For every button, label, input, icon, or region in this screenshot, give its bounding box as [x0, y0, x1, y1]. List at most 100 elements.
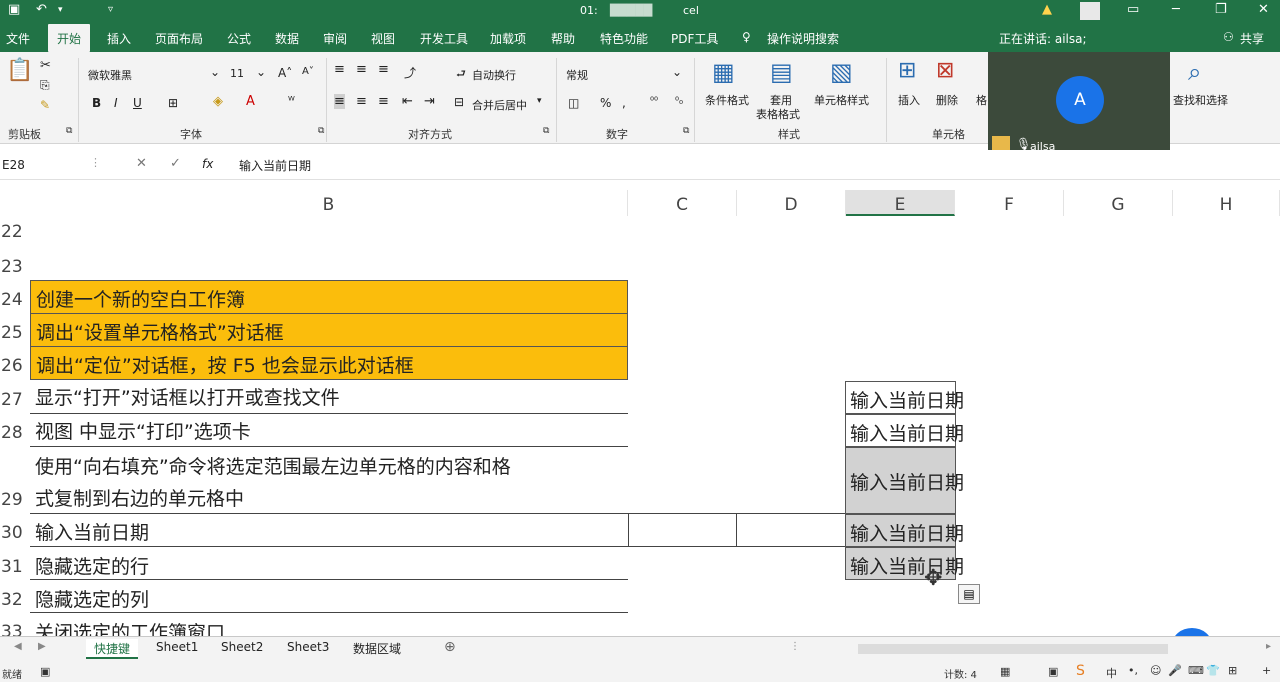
copy-icon[interactable]: ⎘: [40, 78, 50, 93]
row-header-27[interactable]: 27: [0, 390, 30, 410]
borders-icon[interactable]: ⊞: [168, 96, 178, 110]
save-icon[interactable]: ▣: [8, 2, 20, 17]
column-header-e[interactable]: E: [846, 190, 955, 216]
orientation-icon[interactable]: ⤴: [404, 64, 416, 81]
paste-icon[interactable]: 📋: [6, 58, 33, 83]
underline-button[interactable]: U: [133, 96, 142, 110]
cell-b32[interactable]: 隐藏选定的列: [30, 585, 628, 612]
align-bottom-icon[interactable]: ≡: [378, 62, 389, 77]
cell-e27[interactable]: 输入当前日期: [845, 381, 964, 414]
comma-icon[interactable]: ,: [622, 96, 626, 110]
cell-b24[interactable]: 创建一个新的空白工作簿: [30, 280, 628, 314]
row-header-26[interactable]: 26: [0, 356, 30, 376]
column-header-d[interactable]: D: [737, 190, 846, 216]
sheet-tab-sheet3[interactable]: Sheet3: [279, 639, 337, 659]
find-select-button[interactable]: 查找和选择: [1173, 92, 1228, 108]
warning-icon[interactable]: ▲: [1042, 2, 1052, 17]
macro-record-icon[interactable]: ▣: [40, 665, 50, 678]
font-name-box[interactable]: 微软雅黑: [88, 67, 132, 83]
font-size-box[interactable]: 11: [230, 67, 244, 80]
insert-cells-button[interactable]: 插入: [898, 92, 920, 108]
cell-b28[interactable]: 视图 中显示“打印”选项卡: [30, 417, 628, 444]
grid-icon[interactable]: ⊞: [1228, 664, 1237, 677]
tab-developer[interactable]: 开发工具: [420, 30, 468, 47]
tab-file[interactable]: 文件: [6, 30, 30, 47]
row-header-23[interactable]: 23: [0, 257, 30, 277]
row-header-22[interactable]: 22: [0, 222, 30, 242]
cell-e29[interactable]: 输入当前日期: [845, 447, 964, 514]
tell-me-search[interactable]: 操作说明搜索: [767, 30, 839, 47]
tab-page-layout[interactable]: 页面布局: [155, 30, 203, 47]
tab-addins[interactable]: 加载项: [490, 30, 526, 47]
column-header-b[interactable]: B: [30, 190, 628, 216]
decrease-decimal-icon[interactable]: ⁰₀: [675, 96, 683, 107]
phonetic-icon[interactable]: ᵂ: [288, 94, 295, 107]
ime-icon[interactable]: S: [1076, 663, 1085, 679]
tab-formulas[interactable]: 公式: [227, 30, 251, 47]
column-header-f[interactable]: F: [955, 190, 1064, 216]
cut-icon[interactable]: ✂: [40, 58, 51, 73]
autofill-options-icon[interactable]: ▤: [958, 584, 980, 604]
sheet-grid[interactable]: 创建一个新的空白工作簿 调出“设置单元格格式”对话框 调出“定位”对话框，按 F…: [30, 216, 1280, 636]
cancel-icon[interactable]: ✕: [136, 156, 147, 171]
row-header-32[interactable]: 32: [0, 590, 30, 610]
formula-input[interactable]: 输入当前日期: [239, 157, 311, 174]
italic-button[interactable]: I: [114, 96, 118, 110]
chevron-down-icon[interactable]: ⌄: [256, 65, 266, 79]
tab-pdf[interactable]: PDF工具: [671, 30, 718, 47]
cell-e28[interactable]: 输入当前日期: [845, 414, 964, 447]
column-header-c[interactable]: C: [628, 190, 737, 216]
number-launcher-icon[interactable]: ⧉: [683, 126, 689, 136]
delete-cells-button[interactable]: 删除: [936, 92, 958, 108]
chevron-down-icon[interactable]: ⌄: [672, 65, 682, 79]
tab-data[interactable]: 数据: [275, 30, 299, 47]
dropdown-arrow-icon[interactable]: ▾: [58, 5, 63, 15]
merge-center-button[interactable]: 合并后居中: [472, 97, 527, 113]
cell-b33[interactable]: 关闭选定的工作簿窗口: [30, 618, 628, 636]
sheet-tab-shortcuts[interactable]: 快捷键: [86, 639, 139, 659]
cell-b29-line2[interactable]: 式复制到右边的单元格中: [30, 484, 628, 511]
font-color-icon[interactable]: A: [246, 94, 255, 109]
punctuation-icon[interactable]: •,: [1128, 664, 1138, 677]
keyboard-icon[interactable]: ⌨: [1188, 664, 1204, 677]
cell-b31[interactable]: 隐藏选定的行: [30, 552, 628, 579]
tab-insert[interactable]: 插入: [107, 30, 131, 47]
scroll-right-icon[interactable]: ▸: [1266, 641, 1271, 652]
name-box[interactable]: E28: [2, 158, 25, 172]
align-middle-icon[interactable]: ≡: [356, 62, 367, 77]
align-left-icon[interactable]: ≡: [334, 94, 345, 109]
insert-function-button[interactable]: fx: [202, 157, 213, 171]
percent-button[interactable]: %: [600, 96, 611, 110]
ime-chinese-indicator[interactable]: 中: [1106, 665, 1117, 681]
align-center-icon[interactable]: ≡: [356, 94, 367, 109]
column-header-h[interactable]: H: [1173, 190, 1280, 216]
column-header-g[interactable]: G: [1064, 190, 1173, 216]
zoom-in-icon[interactable]: +: [1262, 664, 1271, 677]
cell-styles-button[interactable]: 单元格样式: [814, 92, 869, 108]
clipboard-launcher-icon[interactable]: ⧉: [66, 126, 72, 136]
prev-sheet-icon[interactable]: ◀: [14, 641, 22, 652]
row-header-25[interactable]: 25: [0, 323, 30, 343]
close-icon[interactable]: ✕: [1258, 2, 1269, 17]
currency-icon[interactable]: ◫: [568, 96, 579, 110]
bold-button[interactable]: B: [92, 96, 101, 110]
tab-help[interactable]: 帮助: [551, 30, 575, 47]
align-top-icon[interactable]: ≡: [334, 62, 345, 77]
next-sheet-icon[interactable]: ▶: [38, 641, 46, 652]
cell-e30[interactable]: 输入当前日期: [845, 514, 964, 547]
row-header-28[interactable]: 28: [0, 423, 30, 443]
cell-b29-line1[interactable]: 使用“向右填充”命令将选定范围最左边单元格的内容和格: [30, 452, 628, 479]
shrink-font-icon[interactable]: A˅: [302, 66, 314, 77]
share-button[interactable]: 共享: [1240, 30, 1264, 47]
cell-b25[interactable]: 调出“设置单元格格式”对话框: [30, 313, 628, 347]
tab-special[interactable]: 特色功能: [600, 30, 648, 47]
cell-b26[interactable]: 调出“定位”对话框，按 F5 也会显示此对话框: [30, 346, 628, 380]
conditional-format-button[interactable]: 条件格式: [705, 92, 749, 108]
format-cells-button[interactable]: 格: [976, 92, 987, 108]
align-right-icon[interactable]: ≡: [378, 94, 389, 109]
sheet-tab-sheet2[interactable]: Sheet2: [213, 639, 271, 659]
row-header-31[interactable]: 31: [0, 557, 30, 577]
restore-icon[interactable]: ❐: [1215, 2, 1227, 17]
row-header-29[interactable]: 29: [0, 490, 30, 510]
chevron-down-icon[interactable]: ⌄: [210, 65, 220, 79]
